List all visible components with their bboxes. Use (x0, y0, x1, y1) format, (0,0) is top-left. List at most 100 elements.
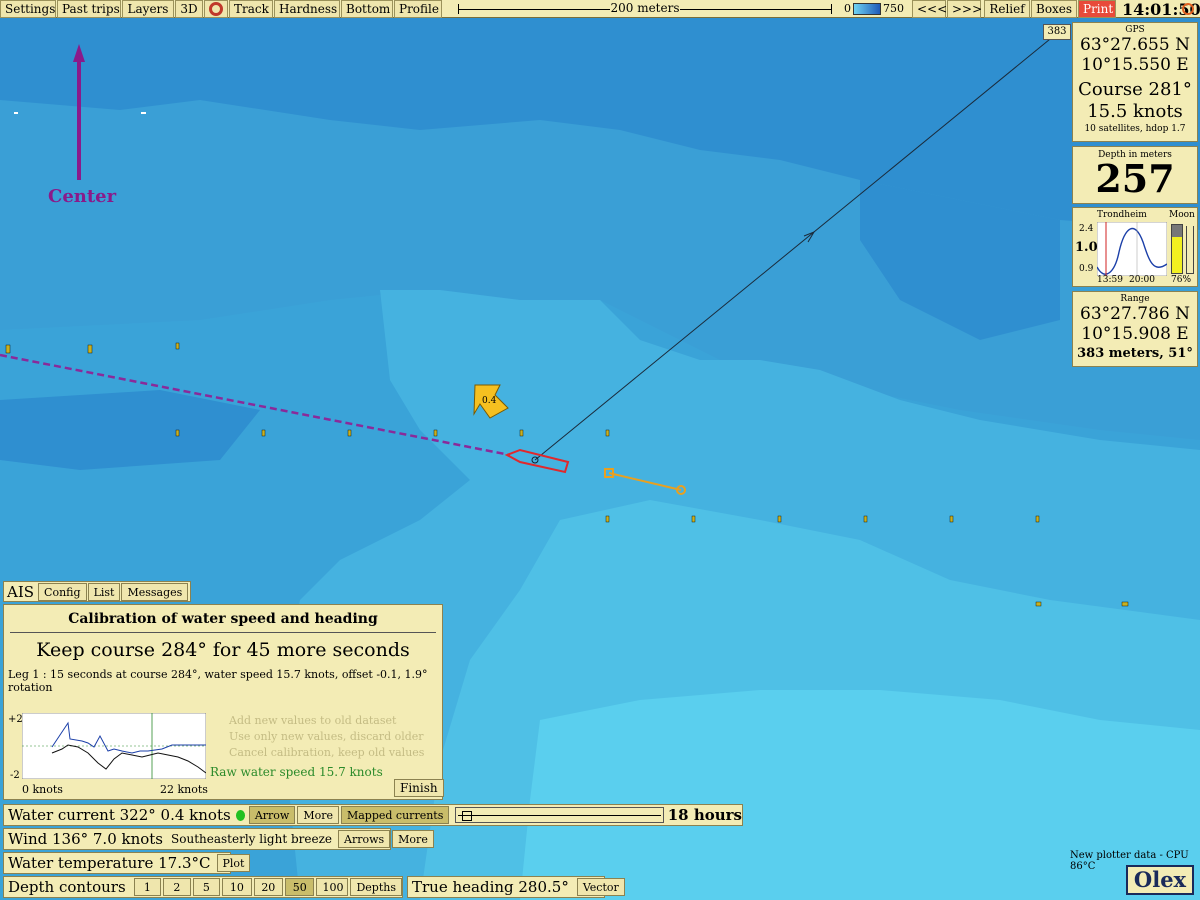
range-title: Range (1120, 294, 1150, 304)
nav-forward-button[interactable]: >>> (947, 0, 982, 18)
contour-5-button[interactable]: 5 (192, 878, 221, 896)
calibration-options: Add new values to old dataset Use only n… (229, 713, 424, 761)
gps-lat: 63°27.655 N (1080, 35, 1190, 55)
sun-icon (1182, 3, 1194, 15)
satellites: 10 satellites, hdop 1.7 (1084, 124, 1186, 134)
calib-x-right: 22 knots (160, 783, 208, 796)
bottom-button[interactable]: Bottom (341, 0, 393, 18)
true-heading-label: True heading 280.5° (412, 878, 569, 896)
moon-fill (1172, 236, 1182, 273)
moon-arrow-icon (1186, 226, 1194, 274)
depth-scale-gradient (853, 3, 881, 15)
profile-button[interactable]: Profile (394, 0, 442, 18)
finish-button[interactable]: Finish (394, 779, 444, 797)
calibration-divider (10, 632, 436, 633)
calibration-instruction: Keep course 284° for 45 more seconds (36, 639, 410, 661)
depth-contours-label: Depth contours (8, 878, 126, 896)
past-trips-button[interactable]: Past trips (57, 0, 121, 18)
contour-20-button[interactable]: 20 (253, 878, 284, 896)
layers-button[interactable]: Layers (122, 0, 174, 18)
calibration-graph (22, 713, 206, 779)
moon-bar (1171, 224, 1183, 274)
track-button[interactable]: Track (229, 0, 273, 18)
vector-button[interactable]: Vector (576, 878, 625, 896)
tide-place: Trondheim (1097, 210, 1147, 220)
wind-desc: Southeasterly light breeze (171, 832, 333, 846)
gps-panel: GPS 63°27.655 N 10°15.550 E Course 281° … (1072, 22, 1198, 142)
ais-messages-button[interactable]: Messages (121, 582, 189, 601)
contour-50-button[interactable]: 50 (285, 878, 315, 896)
calibration-leg: Leg 1 : 15 seconds at course 284°, water… (8, 668, 428, 694)
range-lon: 10°15.908 E (1081, 324, 1189, 344)
calibration-panel: Calibration of water speed and heading K… (3, 604, 444, 800)
speed: 15.5 knots (1087, 101, 1183, 122)
status-green-icon (235, 809, 245, 821)
range-dist: 383 meters, 51° (1077, 346, 1193, 361)
true-heading-bar: True heading 280.5° Vector (407, 876, 625, 898)
wind-label: Wind 136° 7.0 knots (8, 830, 164, 848)
tide-t1: 13:59 (1097, 275, 1123, 285)
moon-pct: 76% (1171, 275, 1192, 285)
depth-max: 750 (883, 2, 904, 15)
wind-more-button[interactable]: More (392, 830, 434, 848)
moon-label: Moon (1169, 210, 1195, 220)
depth-panel: Depth in meters 257 (1072, 146, 1198, 204)
target-icon (209, 2, 223, 16)
wind-bar: Wind 136° 7.0 knots Southeasterly light … (3, 828, 434, 850)
mapped-currents-button[interactable]: Mapped currents (340, 806, 450, 824)
calib-y-top: +2 (8, 714, 23, 725)
option-cancel[interactable]: Cancel calibration, keep old values (229, 745, 424, 761)
settings-button[interactable]: Settings (0, 0, 56, 18)
ais-label[interactable]: AIS (7, 583, 34, 601)
course: Course 281° (1078, 79, 1192, 100)
3d-button[interactable]: 3D (175, 0, 203, 18)
tide-t2: 20:00 (1129, 275, 1155, 285)
tide-graph (1097, 222, 1167, 276)
depth-contours-bar: Depth contours 1 2 5 10 20 50 100 Depths (3, 876, 403, 898)
ais-bar: AIS Config List Messages (3, 581, 192, 602)
contour-2-button[interactable]: 2 (163, 878, 191, 896)
plot-button[interactable]: Plot (216, 854, 251, 872)
option-new-values[interactable]: Use only new values, discard older (229, 729, 424, 745)
depth-value: 257 (1095, 156, 1175, 201)
scale-label: 200 meters (610, 1, 680, 15)
water-current-bar: Water current 322° 0.4 knots Arrow More … (3, 804, 743, 826)
time-slider[interactable] (455, 807, 664, 823)
relief-button[interactable]: Relief (984, 0, 1030, 18)
current-speed-label: 0.4 (482, 396, 497, 406)
print-button[interactable]: Print (1078, 0, 1116, 18)
center-label[interactable]: Center (48, 186, 116, 207)
depth-min: 0 (844, 2, 851, 15)
option-add-values[interactable]: Add new values to old dataset (229, 713, 424, 729)
top-toolbar: Settings Past trips Layers 3D Track Hard… (0, 0, 1200, 19)
calib-x-left: 0 knots (22, 783, 63, 796)
contour-100-button[interactable]: 100 (316, 878, 349, 896)
contour-1-button[interactable]: 1 (133, 878, 162, 896)
tide-panel: Trondheim Moon 2.4 1.0 0.9 13:59 20:00 7… (1072, 207, 1198, 287)
ais-config-button[interactable]: Config (38, 582, 87, 601)
calibration-title: Calibration of water speed and heading (68, 611, 378, 627)
current-more-button[interactable]: More (297, 806, 339, 824)
water-current-label: Water current 322° 0.4 knots (8, 806, 231, 824)
range-tag: 383 (1043, 24, 1071, 40)
wind-arrows-button[interactable]: Arrows (338, 830, 391, 848)
ais-list-button[interactable]: List (87, 582, 121, 601)
olex-logo[interactable]: Olex (1126, 865, 1194, 895)
range-lat: 63°27.786 N (1080, 304, 1190, 324)
gps-title: GPS (1125, 25, 1145, 35)
boxes-button[interactable]: Boxes (1031, 0, 1077, 18)
range-panel: Range 63°27.786 N 10°15.908 E 383 meters… (1072, 291, 1198, 367)
contour-10-button[interactable]: 10 (222, 878, 252, 896)
hours-label: 18 hours (667, 806, 742, 824)
target-button[interactable] (204, 0, 228, 18)
water-temperature-label: Water temperature 17.3°C (8, 854, 211, 872)
water-temperature-bar: Water temperature 17.3°C Plot (3, 852, 251, 874)
raw-speed-label: Raw water speed 15.7 knots (210, 765, 383, 779)
hardness-button[interactable]: Hardness (274, 0, 340, 18)
depths-button[interactable]: Depths (350, 878, 402, 896)
nav-back-button[interactable]: <<< (912, 0, 947, 18)
arrow-button[interactable]: Arrow (248, 806, 296, 824)
calib-y-bot: -2 (10, 770, 20, 781)
tide-y-max: 2.4 (1079, 224, 1094, 234)
gps-lon: 10°15.550 E (1081, 55, 1189, 75)
